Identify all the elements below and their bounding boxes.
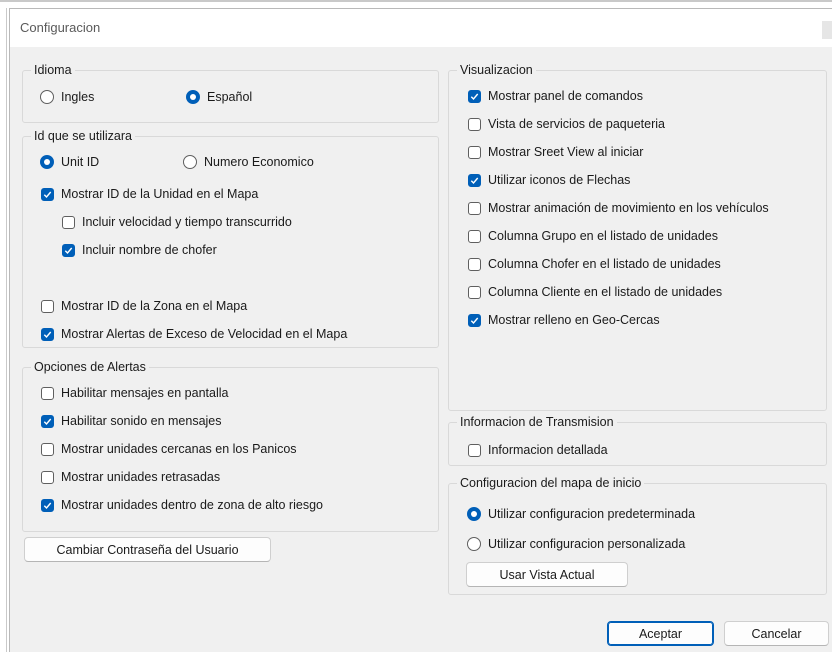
radio-indicator xyxy=(40,155,54,169)
usar-vista-actual-button[interactable]: Usar Vista Actual xyxy=(466,562,628,587)
checkbox-label: Mostrar relleno en Geo-Cercas xyxy=(488,313,660,327)
checkbox-indicator xyxy=(468,89,481,103)
checkbox-indicator xyxy=(41,299,54,313)
checkbox-alertas-exceso[interactable]: Mostrar Alertas de Exceso de Velocidad e… xyxy=(41,324,347,344)
checkbox-unidades-retrasadas[interactable]: Mostrar unidades retrasadas xyxy=(41,467,220,487)
checkbox-label: Habilitar sonido en mensajes xyxy=(61,414,222,428)
radio-indicator xyxy=(467,507,481,521)
checkbox-animacion-movimiento[interactable]: Mostrar animación de movimiento en los v… xyxy=(468,198,769,218)
cancel-button[interactable]: Cancelar xyxy=(724,621,829,646)
checkbox-label: Informacion detallada xyxy=(488,443,608,457)
checkbox-incluir-chofer[interactable]: Incluir nombre de chofer xyxy=(62,240,217,260)
checkbox-label: Utilizar iconos de Flechas xyxy=(488,173,631,187)
checkbox-indicator xyxy=(468,117,481,131)
checkbox-informacion-detallada[interactable]: Informacion detallada xyxy=(468,440,608,460)
radio-label: Utilizar configuracion predeterminada xyxy=(488,507,696,521)
checkbox-columna-chofer[interactable]: Columna Chofer en el listado de unidades xyxy=(468,254,721,274)
checkbox-label: Mostrar unidades cercanas en los Panicos xyxy=(61,442,297,456)
accept-button[interactable]: Aceptar xyxy=(607,621,714,646)
checkbox-label: Mostrar ID de la Zona en el Mapa xyxy=(61,299,248,313)
checkbox-indicator xyxy=(468,229,481,243)
radio-numero-economico[interactable]: Numero Economico xyxy=(183,152,314,172)
radio-label: Ingles xyxy=(61,90,95,104)
radio-indicator xyxy=(40,90,54,104)
checkbox-sonido-mensajes[interactable]: Habilitar sonido en mensajes xyxy=(41,411,222,431)
checkbox-label: Habilitar mensajes en pantalla xyxy=(61,386,229,400)
checkbox-iconos-flechas[interactable]: Utilizar iconos de Flechas xyxy=(468,170,630,190)
checkbox-indicator xyxy=(468,201,481,215)
checkbox-label: Columna Chofer en el listado de unidades xyxy=(488,257,721,271)
checkbox-mostrar-id-zona[interactable]: Mostrar ID de la Zona en el Mapa xyxy=(41,296,247,316)
checkbox-mostrar-id-unidad[interactable]: Mostrar ID de la Unidad en el Mapa xyxy=(41,184,258,204)
checkbox-incluir-velocidad[interactable]: Incluir velocidad y tiempo transcurrido xyxy=(62,212,292,232)
id-group-label: Id que se utilizara xyxy=(31,128,135,144)
checkbox-indicator xyxy=(468,313,481,327)
transmision-group-label: Informacion de Transmision xyxy=(457,414,617,430)
checkbox-label: Incluir velocidad y tiempo transcurrido xyxy=(82,215,292,229)
checkbox-unidades-cercanas[interactable]: Mostrar unidades cercanas en los Panicos xyxy=(41,439,297,459)
checkbox-label: Mostrar panel de comandos xyxy=(488,89,643,103)
checkbox-indicator xyxy=(41,498,54,512)
radio-config-predeterminada[interactable]: Utilizar configuracion predeterminada xyxy=(467,504,695,524)
configuracion-dialog: Configuracion Idioma Ingles Español Id q… xyxy=(9,8,832,652)
checkbox-mensajes-pantalla[interactable]: Habilitar mensajes en pantalla xyxy=(41,383,228,403)
title-bar: Configuracion xyxy=(10,9,832,47)
checkbox-indicator xyxy=(62,243,75,257)
checkbox-indicator xyxy=(468,443,481,457)
checkbox-label: Vista de servicios de paqueteria xyxy=(488,117,665,131)
checkbox-indicator xyxy=(41,414,54,428)
radio-label: Unit ID xyxy=(61,155,100,169)
checkbox-label: Mostrar Alertas de Exceso de Velocidad e… xyxy=(61,327,348,341)
checkbox-indicator xyxy=(41,442,54,456)
checkbox-label: Mostrar Sreet View al iniciar xyxy=(488,145,644,159)
checkbox-label: Mostrar animación de movimiento en los v… xyxy=(488,201,769,215)
checkbox-panel-comandos[interactable]: Mostrar panel de comandos xyxy=(468,86,643,106)
radio-ingles[interactable]: Ingles xyxy=(40,87,94,107)
checkbox-indicator xyxy=(41,386,54,400)
radio-label: Numero Economico xyxy=(204,155,314,169)
radio-indicator xyxy=(183,155,197,169)
checkbox-indicator xyxy=(468,173,481,187)
radio-indicator xyxy=(467,537,481,551)
checkbox-indicator xyxy=(41,187,54,201)
radio-espanol[interactable]: Español xyxy=(186,87,252,107)
checkbox-indicator xyxy=(468,145,481,159)
radio-indicator xyxy=(186,90,200,104)
checkbox-indicator xyxy=(62,215,75,229)
checkbox-zona-alto-riesgo[interactable]: Mostrar unidades dentro de zona de alto … xyxy=(41,495,323,515)
radio-label: Español xyxy=(207,90,253,104)
checkbox-servicios-paqueteria[interactable]: Vista de servicios de paqueteria xyxy=(468,114,665,134)
checkbox-indicator xyxy=(41,327,54,341)
checkbox-label: Mostrar ID de la Unidad en el Mapa xyxy=(61,187,259,201)
checkbox-label: Mostrar unidades dentro de zona de alto … xyxy=(61,498,323,512)
checkbox-columna-grupo[interactable]: Columna Grupo en el listado de unidades xyxy=(468,226,718,246)
checkbox-indicator xyxy=(468,285,481,299)
checkbox-label: Columna Cliente en el listado de unidade… xyxy=(488,285,723,299)
background-edge-left xyxy=(6,8,7,652)
checkbox-label: Incluir nombre de chofer xyxy=(82,243,217,257)
checkbox-indicator xyxy=(41,470,54,484)
mapa-inicio-group-label: Configuracion del mapa de inicio xyxy=(457,475,645,491)
checkbox-relleno-geocercas[interactable]: Mostrar relleno en Geo-Cercas xyxy=(468,310,660,330)
idioma-label: Idioma xyxy=(31,62,75,78)
checkbox-label: Mostrar unidades retrasadas xyxy=(61,470,221,484)
change-password-button[interactable]: Cambiar Contraseña del Usuario xyxy=(24,537,271,562)
radio-config-personalizada[interactable]: Utilizar configuracion personalizada xyxy=(467,534,685,554)
alertas-group-label: Opciones de Alertas xyxy=(31,359,149,375)
background-edge xyxy=(0,0,832,2)
radio-label: Utilizar configuracion personalizada xyxy=(488,537,686,551)
visualizacion-group-label: Visualizacion xyxy=(457,62,536,78)
radio-unit-id[interactable]: Unit ID xyxy=(40,152,99,172)
window-title: Configuracion xyxy=(20,20,101,35)
checkbox-label: Columna Grupo en el listado de unidades xyxy=(488,229,719,243)
checkbox-street-view[interactable]: Mostrar Sreet View al iniciar xyxy=(468,142,643,162)
checkbox-columna-cliente[interactable]: Columna Cliente en el listado de unidade… xyxy=(468,282,722,302)
checkbox-indicator xyxy=(468,257,481,271)
close-button[interactable] xyxy=(822,21,832,39)
